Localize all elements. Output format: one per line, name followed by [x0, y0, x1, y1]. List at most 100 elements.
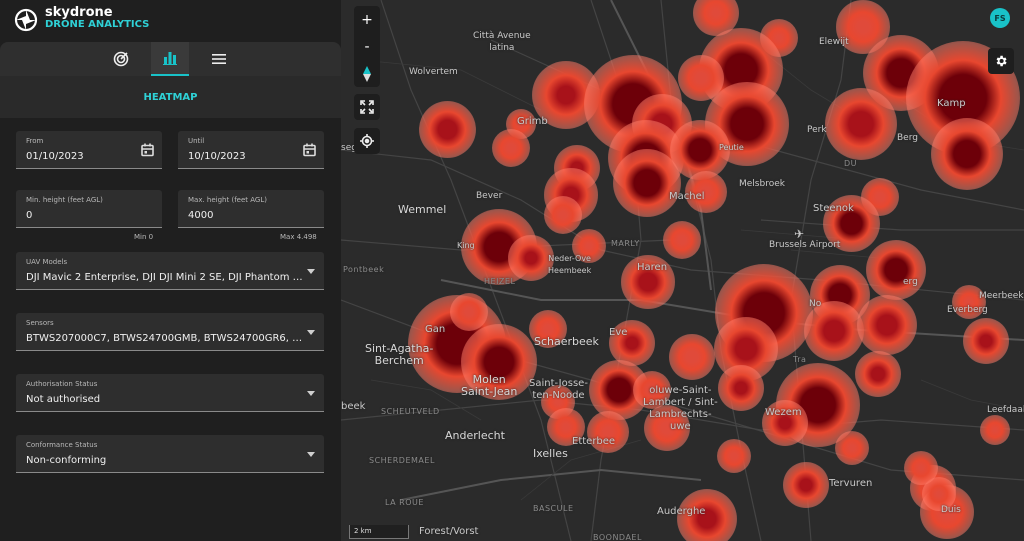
locate-button[interactable]	[354, 128, 380, 154]
place-molenbeek: Molen Saint-Jean	[461, 373, 518, 398]
place-etterbeek: Etterbee	[572, 436, 616, 447]
place-saint-josse: Saint-Josse- ten-Noode	[529, 378, 588, 401]
place-leefdaal: Leefdaal	[987, 405, 1024, 415]
tab-radar[interactable]	[102, 42, 140, 76]
max-height-label: Max. height (feet AGL)	[188, 196, 267, 204]
place-elewijt: Elewijt	[819, 37, 849, 47]
brand-subtitle: DRONE ANALYTICS	[45, 19, 150, 30]
gear-icon	[996, 55, 1007, 67]
compass-icon	[363, 65, 371, 82]
min-height-hint: Min 0	[134, 233, 154, 241]
max-height-value: 4000	[188, 210, 214, 221]
authorisation-status-select[interactable]: Authorisation Status Not authorised	[16, 374, 324, 412]
tab-list[interactable]	[200, 42, 238, 76]
place-woluwe: oluwe-Saint- Lambert / Sint- Lambrechts-…	[643, 385, 718, 432]
place-grimb: Grimb	[517, 116, 548, 127]
chevron-down-icon	[307, 269, 315, 274]
place-bascule: BASCULE	[533, 504, 574, 513]
calendar-icon[interactable]	[141, 143, 154, 157]
sensors-value: BTWS207000C7, BTWS24700GMB, BTWS24700GR6…	[26, 333, 304, 344]
until-label: Until	[188, 137, 205, 145]
zoom-controls: + -	[354, 6, 380, 87]
place-steenok: Steenok	[813, 203, 854, 214]
place-berg-2: erg	[903, 277, 918, 287]
place-pontbeek: Pontbeek	[343, 265, 385, 274]
zoom-out-button[interactable]: -	[354, 33, 380, 60]
place-ixelles: Ixelles	[533, 447, 568, 460]
sensors-select[interactable]: Sensors BTWS207000C7, BTWS24700GMB, BTWS…	[16, 313, 324, 351]
zoom-in-button[interactable]: +	[354, 6, 380, 33]
settings-button[interactable]	[988, 48, 1014, 74]
uav-models-select[interactable]: UAV Models DJI Mavic 2 Enterprise, DJI D…	[16, 252, 324, 290]
place-marly: MARLY	[611, 239, 640, 248]
place-beek: beek	[341, 401, 366, 412]
until-date-field[interactable]: Until 10/10/2023	[178, 131, 324, 169]
from-label: From	[26, 137, 44, 145]
place-heizel: HEIZEL	[484, 277, 516, 286]
calendar-icon[interactable]	[303, 143, 316, 157]
place-sint-agatha: Sint-Agatha- Berchem	[365, 342, 434, 367]
app-root: Città Avenue latina Wolvertem Grimb Wemm…	[0, 0, 1024, 541]
airport-icon: ✈	[794, 227, 805, 241]
place-citta: Città Avenue latina	[473, 31, 531, 53]
place-no: No	[809, 299, 822, 309]
authorisation-status-label: Authorisation Status	[26, 380, 98, 388]
place-tervuren: Tervuren	[829, 478, 873, 489]
place-brussels-airport: Brussels Airport	[769, 240, 841, 250]
sensors-label: Sensors	[26, 319, 54, 327]
fullscreen-icon	[360, 100, 374, 114]
place-gan: Gan	[425, 324, 446, 335]
place-evere: Eve	[609, 327, 628, 338]
place-boondael: BOONDAEL	[593, 533, 642, 541]
panel-title: HEATMAP	[0, 76, 341, 118]
compass-button[interactable]	[354, 60, 380, 87]
uav-models-label: UAV Models	[26, 258, 68, 266]
conformance-status-label: Conformance Status	[26, 441, 98, 449]
max-height-hint: Max 4.498	[280, 233, 317, 241]
until-value: 10/10/2023	[188, 151, 246, 162]
user-avatar[interactable]: FS	[990, 8, 1010, 28]
place-neder: Neder-Ove Heembeek	[548, 254, 592, 275]
place-la-roue: LA ROUE	[385, 498, 424, 507]
min-height-label: Min. height (feet AGL)	[26, 196, 103, 204]
place-schaerbeek: Schaerbeek	[534, 335, 599, 348]
chevron-down-icon	[307, 452, 315, 457]
skydrone-logo-icon	[14, 8, 38, 32]
filter-panel: HEATMAP From 01/10/2023 Until 10/10/2023…	[0, 42, 341, 541]
brand-name: skydrone	[45, 5, 113, 20]
place-perk: Perk	[807, 125, 827, 135]
min-height-field[interactable]: Min. height (feet AGL) 0	[16, 190, 162, 228]
place-wolvertem: Wolvertem	[409, 67, 458, 77]
place-wezem: Wezem	[765, 407, 802, 418]
max-height-field[interactable]: Max. height (feet AGL) 4000	[178, 190, 324, 228]
place-berg: Berg	[897, 133, 918, 143]
panel-tabs	[0, 42, 341, 76]
place-scherdemael: SCHERDEMAEL	[369, 456, 435, 465]
place-peutie: Peutie	[719, 143, 744, 152]
place-auderghem: Auderghe	[657, 506, 706, 517]
min-height-value: 0	[26, 210, 33, 221]
from-value: 01/10/2023	[26, 151, 84, 162]
place-wemmel: Wemmel	[398, 203, 447, 216]
place-haren: Haren	[637, 262, 668, 273]
chevron-down-icon	[307, 391, 315, 396]
tab-heatmap[interactable]	[151, 42, 189, 76]
place-machel: Machel	[669, 191, 705, 202]
fullscreen-button[interactable]	[354, 94, 380, 120]
place-anderlecht: Anderlecht	[445, 429, 505, 442]
bar-chart-icon	[163, 52, 177, 65]
chevron-down-icon	[307, 330, 315, 335]
uav-models-value: DJI Mavic 2 Enterprise, DJI DJI Mini 2 S…	[26, 272, 304, 283]
place-tra: Tra	[793, 355, 807, 364]
brand-header: skydrone DRONE ANALYTICS	[0, 0, 341, 42]
place-melsbroek: Melsbroek	[739, 179, 785, 189]
conformance-status-value: Non-conforming	[26, 455, 107, 466]
map-base-roads	[341, 0, 1024, 541]
from-date-field[interactable]: From 01/10/2023	[16, 131, 162, 169]
heatmap-map[interactable]: Città Avenue latina Wolvertem Grimb Wemm…	[341, 0, 1024, 541]
conformance-status-select[interactable]: Conformance Status Non-conforming	[16, 435, 324, 473]
menu-icon	[212, 54, 226, 64]
place-kings: King	[457, 241, 475, 250]
crosshair-icon	[360, 134, 374, 148]
place-meerbeek: Meerbeek	[979, 291, 1024, 301]
